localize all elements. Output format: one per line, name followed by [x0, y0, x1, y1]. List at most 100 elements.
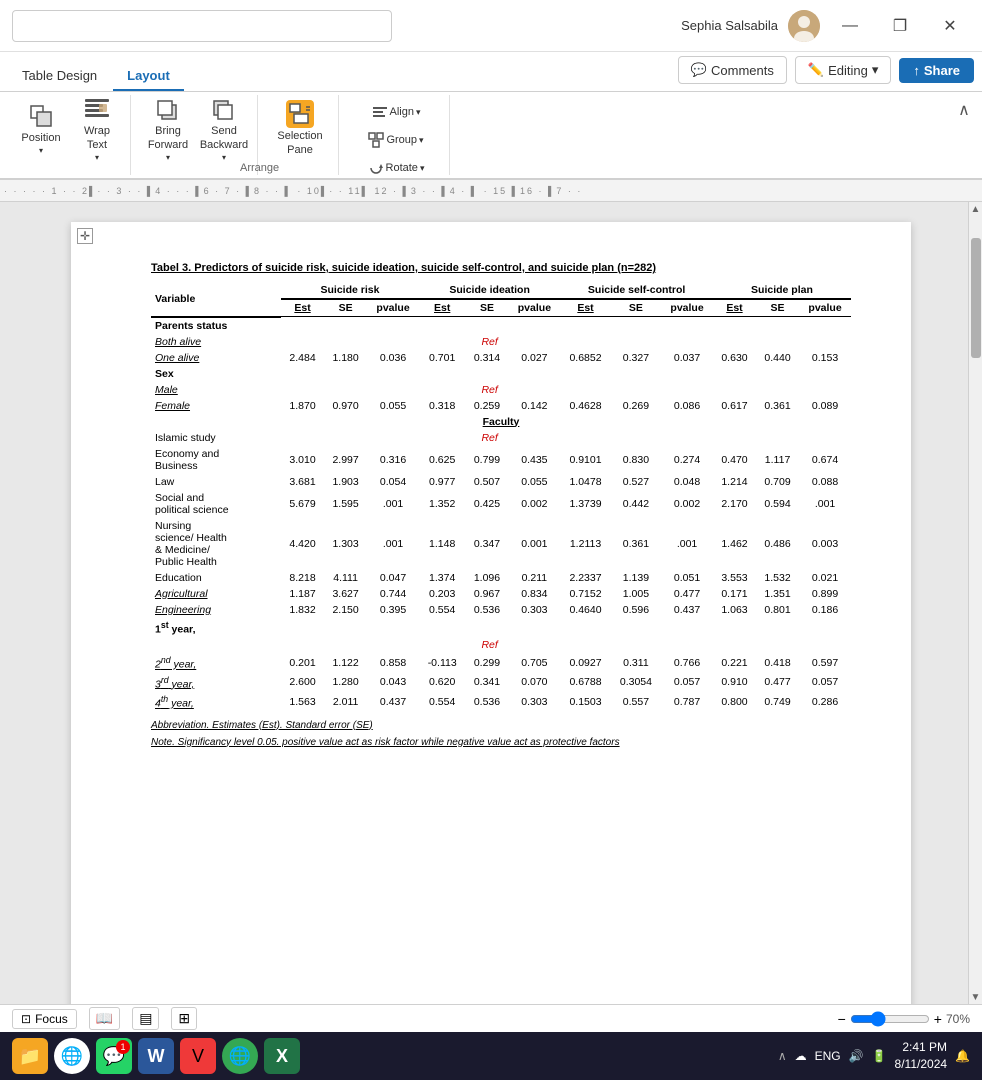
taskbar-volume-icon[interactable]: 🔊 [849, 1049, 864, 1063]
sub-pval4: pvalue [799, 299, 851, 317]
ref-1st-year: Ref [481, 639, 497, 651]
title-bar-left [12, 10, 392, 42]
col-variable-header: Variable [151, 282, 281, 317]
group-button[interactable]: Group ▾ [351, 127, 441, 153]
document-page: ✛ Tabel 3. Predictors of suicide risk, s… [71, 222, 911, 1004]
sub-se1: SE [324, 299, 367, 317]
category-sex: Sex [151, 366, 851, 382]
table-row: Engineering 1.8322.1500.395 0.5540.5360.… [151, 602, 851, 618]
position-button[interactable]: Position ▾ [16, 99, 66, 157]
data-table: Variable Suicide risk Suicide ideation S… [151, 282, 851, 712]
taskbar-battery-icon: 🔋 [872, 1049, 887, 1063]
web-view-button[interactable]: ⊞ [171, 1007, 197, 1030]
zoom-slider[interactable] [850, 1011, 930, 1027]
layout-view-button[interactable]: ▤ [132, 1007, 159, 1030]
table-row: Ref [151, 637, 851, 653]
sub-pval2: pvalue [508, 299, 560, 317]
table-title: Tabel 3. Predictors of suicide risk, sui… [151, 262, 851, 274]
table-row: 3rd year, 2.6001.2800.043 0.6200.3410.07… [151, 673, 851, 693]
tab-layout[interactable]: Layout [113, 62, 184, 91]
table-row: Both alive Ref [151, 334, 851, 350]
sub-est1: Est [281, 299, 324, 317]
selection-pane-button[interactable]: Selection Pane [270, 99, 330, 157]
rotate-button[interactable]: Rotate ▾ [351, 155, 441, 181]
comments-button[interactable]: 💬 Comments [678, 56, 787, 84]
close-button[interactable]: ✕ [930, 10, 970, 42]
table-row: Law 3.6811.9030.054 0.9770.5070.055 1.04… [151, 474, 851, 490]
sub-se2: SE [465, 299, 508, 317]
search-input[interactable] [12, 10, 392, 42]
row-female-label: Female [151, 398, 281, 414]
avatar [788, 10, 820, 42]
wrap-text-icon [83, 95, 111, 123]
ribbon-toolbar: Position ▾ Wrap Text [0, 92, 982, 180]
scroll-up-arrow[interactable]: ▲ [969, 202, 982, 216]
table-row: Education 8.2184.1110.047 1.3741.0960.21… [151, 570, 851, 586]
ref-islamic: Ref [481, 432, 497, 444]
focus-button[interactable]: ⊡ Focus [12, 1009, 77, 1029]
title-bar-right: Sephia Salsabila — ❐ ✕ [681, 10, 970, 42]
category-1st-year: 1st year, [151, 618, 851, 638]
taskbar-up-arrow[interactable]: ∧ [778, 1049, 787, 1063]
table-row: Social andpolitical science 5.6791.595.0… [151, 490, 851, 518]
book-view-button[interactable]: 📖 [89, 1007, 120, 1030]
content-area: ✛ Tabel 3. Predictors of suicide risk, s… [0, 202, 982, 1004]
doc-scroll-area[interactable]: ✛ Tabel 3. Predictors of suicide risk, s… [0, 202, 982, 1004]
send-backward-button[interactable]: Send Backward ▾ [199, 99, 249, 157]
row-4th-year-label: 4th year, [151, 692, 281, 712]
share-button[interactable]: ↑ Share [899, 58, 974, 83]
taskbar-excel[interactable]: X [264, 1038, 300, 1074]
focus-icon: ⊡ [21, 1012, 31, 1026]
table-row: Parents status [151, 317, 851, 334]
zoom-control: − + 70% [838, 1011, 970, 1027]
row-male-label: Male [151, 382, 281, 398]
zoom-in-button[interactable]: + [934, 1011, 942, 1027]
row-both-alive-label: Both alive [151, 334, 281, 350]
taskbar-whatsapp[interactable]: 💬 1 [96, 1038, 132, 1074]
taskbar-notification-icon[interactable]: 🔔 [955, 1049, 970, 1063]
zoom-out-button[interactable]: − [838, 1011, 846, 1027]
tab-table-design[interactable]: Table Design [8, 62, 111, 91]
taskbar-file-manager[interactable]: 📁 [12, 1038, 48, 1074]
align-button[interactable]: Align ▾ [351, 99, 441, 125]
category-faculty: Faculty [151, 414, 851, 430]
status-left: ⊡ Focus 📖 ▤ ⊞ [12, 1007, 197, 1030]
bring-forward-label2: Forward [148, 139, 188, 151]
table-row: Islamic study Ref [151, 430, 851, 446]
wrap-text-button[interactable]: Wrap Text ▾ [72, 99, 122, 157]
row-agricultural-label: Agricultural [151, 586, 281, 602]
footnote-1: Abbreviation. Estimates (Est). Standard … [151, 720, 851, 731]
maximize-button[interactable]: ❐ [880, 10, 920, 42]
taskbar-vivaldi[interactable]: V [180, 1038, 216, 1074]
arrange-label: Arrange [240, 162, 279, 174]
taskbar-word[interactable]: W [138, 1038, 174, 1074]
table-row: Nursingscience/ Health& Medicine/Public … [151, 518, 851, 570]
ribbon-tabs: Table Design Layout [8, 52, 184, 91]
scrollbar-vertical[interactable]: ▲ ▼ [968, 202, 982, 1004]
scrollbar-thumb[interactable] [971, 238, 981, 358]
table-row: 1st year, [151, 618, 851, 638]
editing-button[interactable]: ✏️ Editing ▾ [795, 56, 891, 84]
user-name: Sephia Salsabila [681, 18, 778, 33]
taskbar-chrome[interactable]: 🌐 [54, 1038, 90, 1074]
collapse-ribbon-button[interactable]: ∧ [950, 96, 978, 124]
sub-est4: Est [713, 299, 756, 317]
position-arrow: ▾ [39, 146, 43, 155]
rotate-label: Rotate [386, 162, 418, 174]
table-row: One alive 2.4841.1800.036 0.7010.3140.02… [151, 350, 851, 366]
table-move-handle[interactable]: ✛ [77, 228, 93, 244]
group-arrow: ▾ [419, 135, 424, 146]
bring-forward-arrow: ▾ [166, 153, 170, 162]
row-one-alive-label: One alive [151, 350, 281, 366]
ruler-content: · · · · · 1 · · 2▌· · 3 · · ▌4 · · · ▌6 … [4, 186, 978, 196]
wrap-text-label: Wrap [84, 125, 110, 137]
taskbar-chrome-2[interactable]: 🌐 [222, 1038, 258, 1074]
bring-forward-button[interactable]: Bring Forward ▾ [143, 99, 193, 157]
scroll-down-arrow[interactable]: ▼ [969, 990, 982, 1004]
ref-both-alive: Ref [481, 336, 497, 348]
selection-pane-icon [286, 100, 314, 128]
taskbar-lang[interactable]: ENG [815, 1049, 841, 1063]
col-suicide-selfcontrol-header: Suicide self-control [560, 282, 713, 299]
send-backward-icon [210, 95, 238, 123]
minimize-button[interactable]: — [830, 10, 870, 42]
